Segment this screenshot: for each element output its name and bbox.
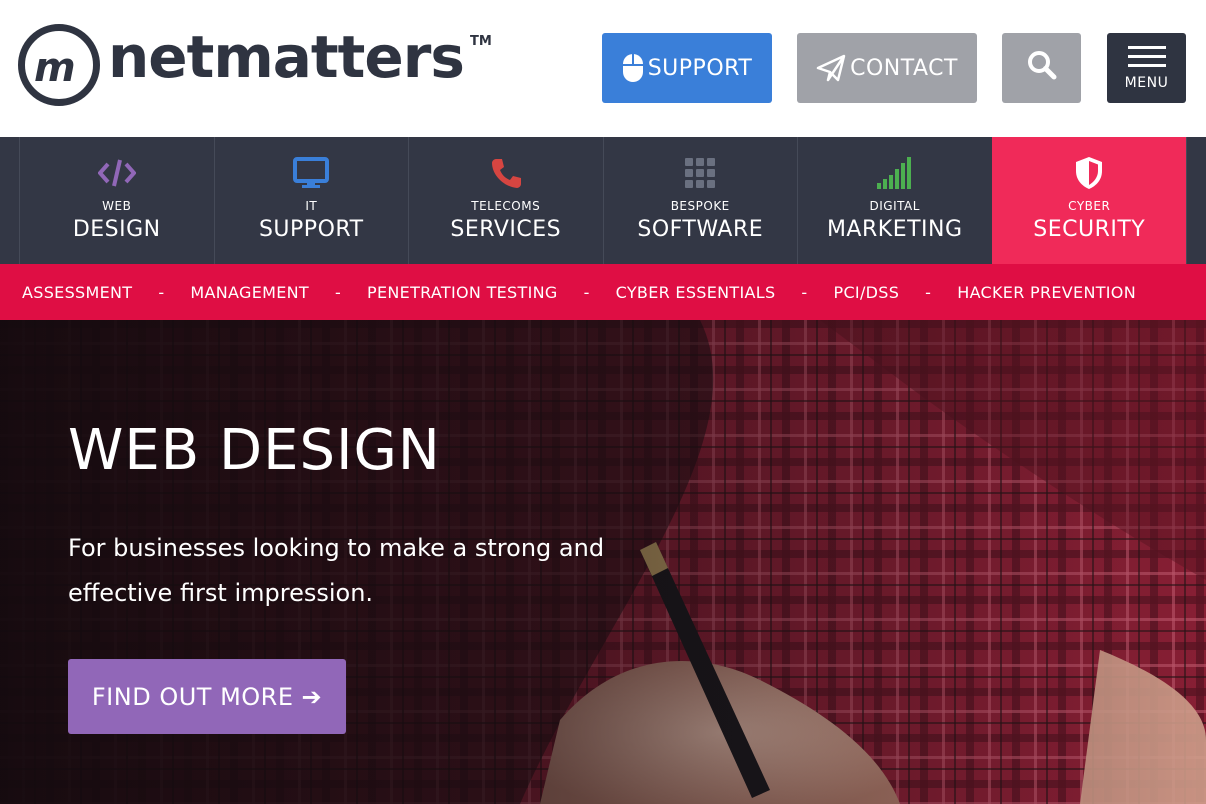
contact-button-label: CONTACT	[850, 55, 958, 81]
service-small-label: TELECOMS	[471, 199, 541, 213]
subnav-separator: -	[925, 282, 932, 302]
phone-icon	[490, 155, 522, 191]
hamburger-icon	[1127, 45, 1166, 67]
logo-mark-letter: m	[34, 45, 76, 91]
subnav-management[interactable]: MANAGEMENT	[190, 283, 309, 302]
find-out-more-button[interactable]: FIND OUT MORE ➔	[68, 659, 346, 734]
mouse-icon	[622, 53, 644, 83]
logo-trademark: TM	[470, 34, 492, 49]
service-big-label: DESIGN	[72, 217, 161, 242]
service-small-label: BESPOKE	[670, 199, 730, 213]
paper-plane-icon	[816, 54, 846, 82]
signal-bars-icon	[876, 155, 913, 191]
service-big-label: SECURITY	[1033, 217, 1146, 242]
service-big-label: SUPPORT	[258, 217, 364, 242]
subnav-cyber-essentials[interactable]: CYBER ESSENTIALS	[616, 283, 776, 302]
hero-subtitle: For businesses looking to make a strong …	[68, 534, 605, 607]
service-digital-marketing[interactable]: DIGITAL MARKETING	[797, 137, 992, 264]
support-button[interactable]: SUPPORT	[602, 33, 772, 103]
service-cyber-security[interactable]: CYBER SECURITY	[991, 137, 1186, 264]
logo-mark: m	[18, 24, 100, 106]
subnav-separator: -	[801, 282, 808, 302]
monitor-icon	[293, 155, 330, 191]
support-button-label: SUPPORT	[647, 55, 753, 81]
search-icon	[1026, 49, 1058, 87]
subnav-assessment[interactable]: ASSESSMENT	[22, 283, 132, 302]
subnav-hacker-prevention[interactable]: HACKER PREVENTION	[957, 283, 1136, 302]
subnav-pci-dss[interactable]: PCI/DSS	[834, 283, 900, 302]
service-bespoke-software[interactable]: BESPOKE SOFTWARE	[602, 137, 798, 264]
service-small-label: IT	[305, 199, 318, 213]
logo-wordmark: netmatters	[108, 23, 465, 91]
contact-button[interactable]: CONTACT	[797, 33, 977, 103]
service-telecoms[interactable]: TELECOMS SERVICES	[408, 137, 603, 264]
subnav-separator: -	[334, 282, 342, 302]
grid-icon	[685, 155, 716, 191]
service-big-label: MARKETING	[826, 217, 963, 242]
service-web-design[interactable]: WEB DESIGN	[19, 137, 214, 264]
services-nav: WEB DESIGN IT SUPPORT TELECOMS SERVICES	[0, 137, 1206, 264]
service-small-label: CYBER	[1068, 199, 1111, 213]
shield-icon	[1075, 155, 1103, 191]
code-icon	[97, 155, 136, 191]
cyber-security-subnav: ASSESSMENT - MANAGEMENT - PENETRATION TE…	[0, 264, 1206, 320]
subnav-penetration-testing[interactable]: PENETRATION TESTING	[367, 283, 558, 302]
service-small-label: DIGITAL	[869, 199, 920, 213]
menu-button-label: MENU	[1124, 74, 1169, 91]
service-small-label: WEB	[102, 199, 132, 213]
subnav-separator: -	[583, 282, 590, 302]
subnav-separator: -	[158, 282, 165, 302]
services-nav-filler	[1186, 137, 1206, 264]
hero-banner: WEB DESIGN For businesses looking to mak…	[0, 320, 1206, 804]
service-big-label: SOFTWARE	[637, 217, 764, 242]
hero-title: WEB DESIGN	[68, 418, 441, 483]
netmatters-logo[interactable]: m netmatters TM	[18, 24, 498, 108]
find-out-more-label: FIND OUT MORE	[91, 682, 294, 711]
service-big-label: SERVICES	[450, 217, 562, 242]
site-header: m netmatters TM SUPPORT CONTACT MENU	[0, 0, 1206, 137]
arrow-right-icon: ➔	[301, 682, 323, 711]
service-it-support[interactable]: IT SUPPORT	[213, 137, 409, 264]
menu-button[interactable]: MENU	[1107, 33, 1186, 103]
search-button[interactable]	[1002, 33, 1081, 103]
